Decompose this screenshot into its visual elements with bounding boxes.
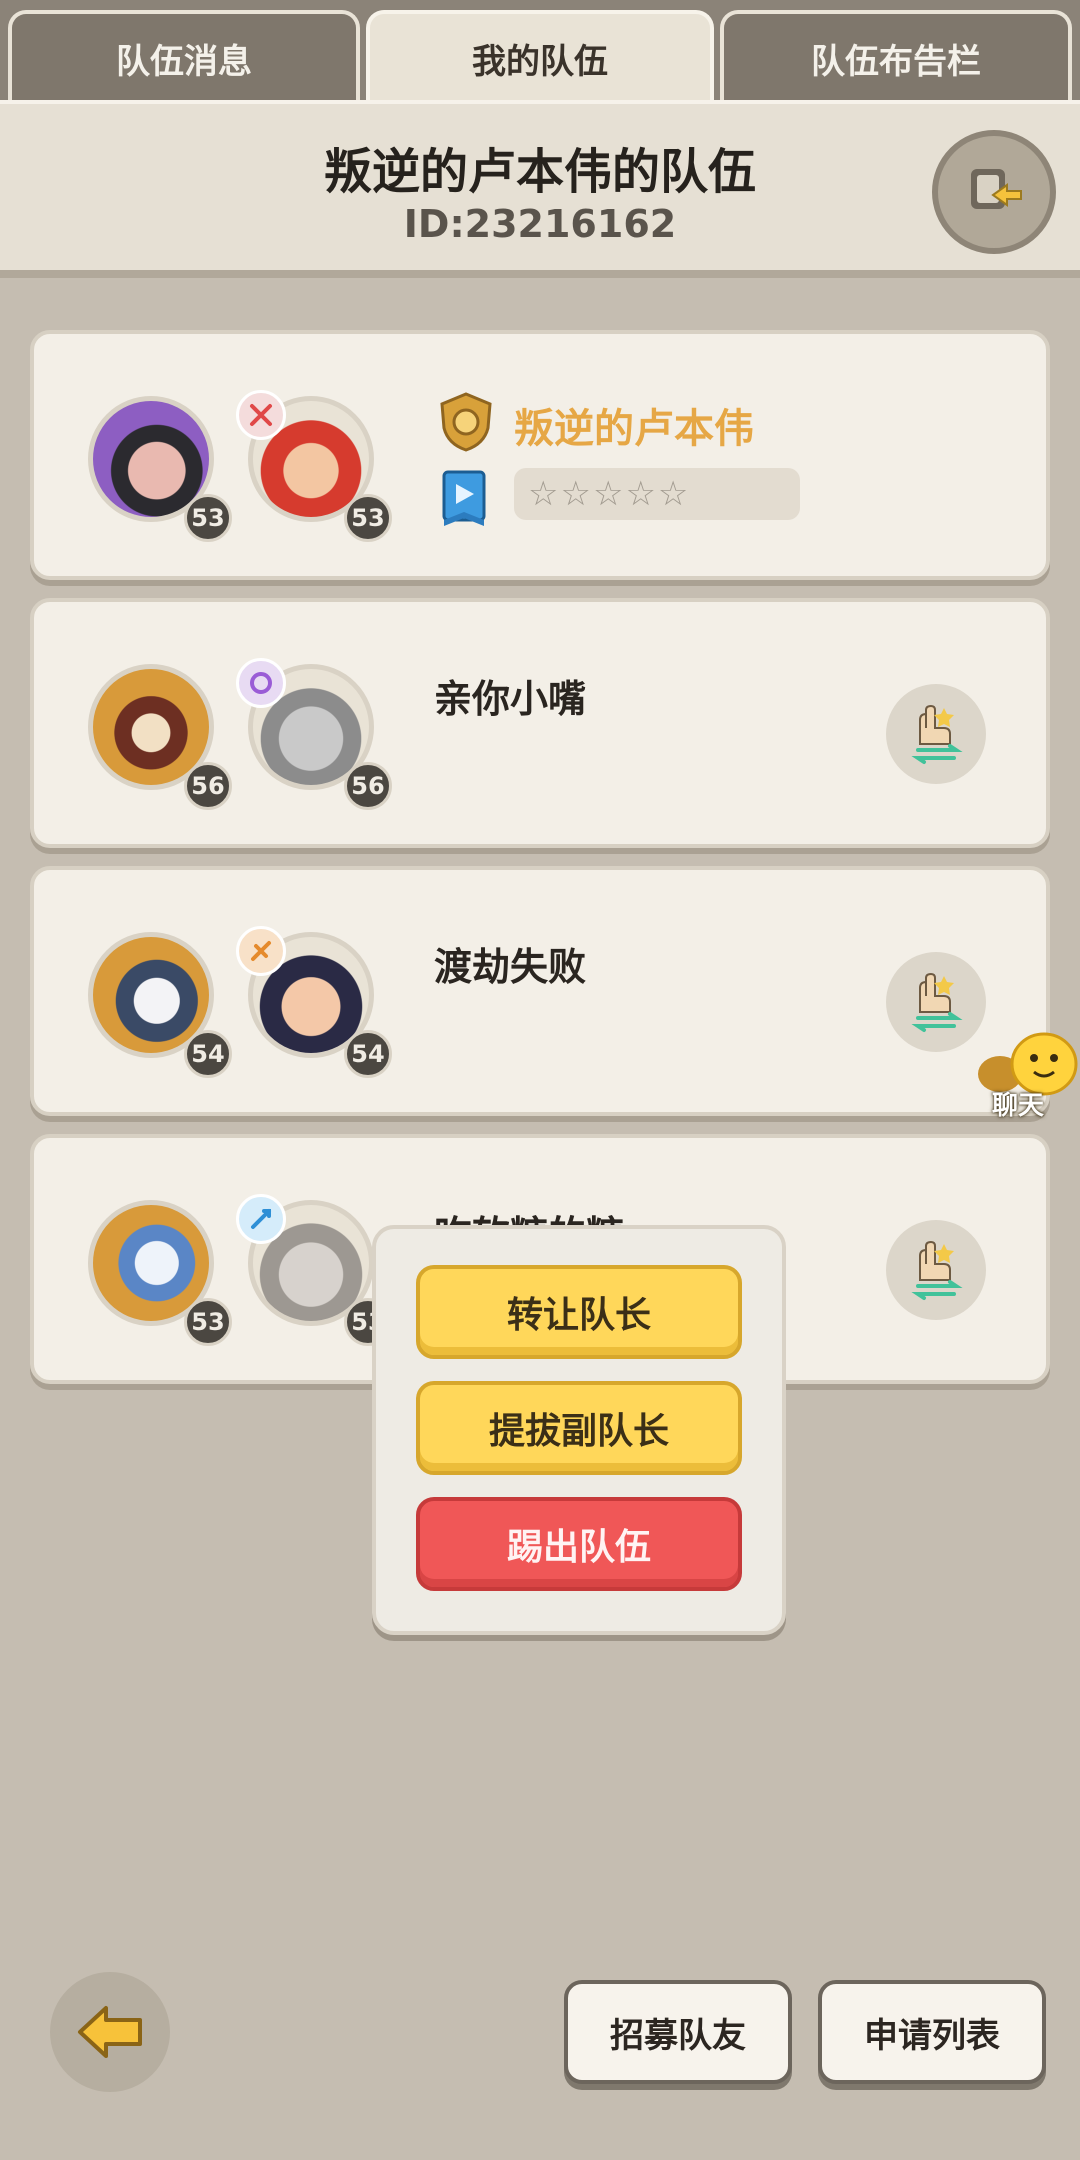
member-card-leader[interactable]: 53 53 叛逆的卢本伟 ☆☆☆☆☆: [30, 330, 1050, 580]
hero-level-badge: 56: [344, 762, 392, 810]
team-name: 叛逆的卢本伟的队伍: [323, 144, 756, 200]
tab-team-board[interactable]: 队伍布告栏: [720, 10, 1072, 102]
member-action-menu: 转让队长 提拔副队长 踢出队伍: [372, 1225, 786, 1635]
leader-shield-icon: [438, 392, 494, 452]
pet-level-badge: 54: [184, 1030, 232, 1078]
pet-level-badge: 53: [184, 1298, 232, 1346]
member-action-button[interactable]: [886, 952, 986, 1052]
chat-label: 聊天: [992, 1091, 1045, 1121]
apply-list-button[interactable]: 申请列表: [818, 1980, 1046, 2084]
team-header: 叛逆的卢本伟的队伍 ID:23216162: [0, 100, 1080, 278]
rating-stars: ☆☆☆☆☆: [514, 468, 800, 520]
member-name: 渡劫失败: [434, 945, 587, 989]
pet-level-badge: 56: [184, 762, 232, 810]
class-badge-icon: [236, 390, 286, 440]
class-badge-icon: [236, 926, 286, 976]
class-badge-icon: [236, 658, 286, 708]
tab-label: 队伍消息: [116, 41, 252, 82]
back-button[interactable]: [50, 1972, 170, 2092]
hand-swap-icon: [911, 1240, 963, 1300]
hero-level-badge: 53: [344, 494, 392, 542]
tab-label: 队伍布告栏: [811, 41, 981, 82]
back-arrow-icon: [78, 2006, 142, 2058]
class-badge-icon: [236, 1194, 286, 1244]
hand-swap-icon: [911, 704, 963, 764]
promote-vice-leader-button[interactable]: 提拔副队长: [416, 1381, 742, 1475]
member-name: 叛逆的卢本伟: [514, 406, 754, 452]
member-name: 亲你小嘴: [434, 677, 587, 721]
pet-level-badge: 53: [184, 494, 232, 542]
exit-icon: [971, 169, 1022, 209]
tab-bar: 队伍消息 我的队伍 队伍布告栏: [0, 0, 1080, 104]
transfer-leader-button[interactable]: 转让队长: [416, 1265, 742, 1359]
member-action-button[interactable]: [886, 684, 986, 784]
recruit-button[interactable]: 招募队友: [564, 1980, 792, 2084]
hand-swap-icon: [911, 972, 963, 1032]
leave-team-button[interactable]: [932, 130, 1056, 254]
tab-team-messages[interactable]: 队伍消息: [8, 10, 360, 102]
team-id: ID:23216162: [403, 202, 677, 246]
chat-button[interactable]: 聊天: [972, 1030, 1080, 1121]
kick-member-button[interactable]: 踢出队伍: [416, 1497, 742, 1591]
member-card[interactable]: 54 54 渡劫失败: [30, 866, 1050, 1116]
tab-label: 我的队伍: [472, 41, 608, 82]
member-action-button[interactable]: [886, 1220, 986, 1320]
rank-flag-icon: [438, 468, 492, 528]
tab-my-team[interactable]: 我的队伍: [366, 10, 714, 102]
member-card[interactable]: 56 56 亲你小嘴: [30, 598, 1050, 848]
hero-level-badge: 54: [344, 1030, 392, 1078]
